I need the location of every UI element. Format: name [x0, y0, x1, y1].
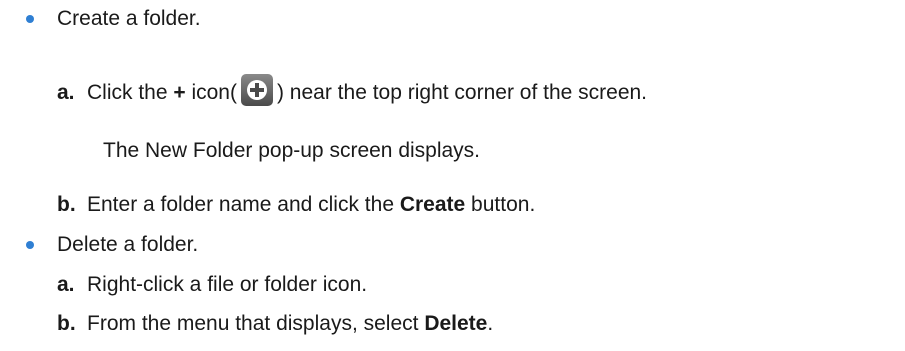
bullet-dot — [26, 241, 34, 249]
plus-symbol: + — [173, 81, 186, 104]
step-letter: b. — [57, 193, 76, 216]
step-a-delete: a. Right-click a file or folder icon. — [57, 272, 367, 298]
step-text: Enter a folder name and click the — [87, 193, 400, 216]
step-b-delete: b. From the menu that displays, select De… — [57, 311, 493, 337]
plus-circle-icon — [240, 74, 273, 107]
step-a-create: a. Click the + icon( ) near the top right … — [57, 74, 648, 107]
step-letter: a. — [57, 273, 75, 296]
bullet-dot — [26, 15, 34, 23]
step-text: ) near the top right corner of the scree… — [276, 81, 648, 104]
step-text: icon( — [185, 81, 237, 104]
list-item-delete-folder: Delete a folder. — [57, 233, 199, 256]
create-button-label: Create — [399, 193, 466, 216]
step-text: button. — [465, 193, 536, 216]
step-text: Click the — [87, 81, 174, 104]
step-text: From the menu that displays, select — [87, 312, 425, 335]
step-text: . — [487, 312, 494, 335]
delete-menu-label: Delete — [424, 312, 488, 335]
step-text: Right-click a file or folder icon. — [87, 273, 368, 296]
step-letter: a. — [57, 81, 75, 104]
step-letter: b. — [57, 312, 76, 335]
step-b-create: b. Enter a folder name and click the Crea… — [57, 192, 535, 218]
step-note: The New Folder pop-up screen displays. — [103, 139, 481, 162]
list-item-create-folder: Create a folder. — [57, 7, 201, 30]
